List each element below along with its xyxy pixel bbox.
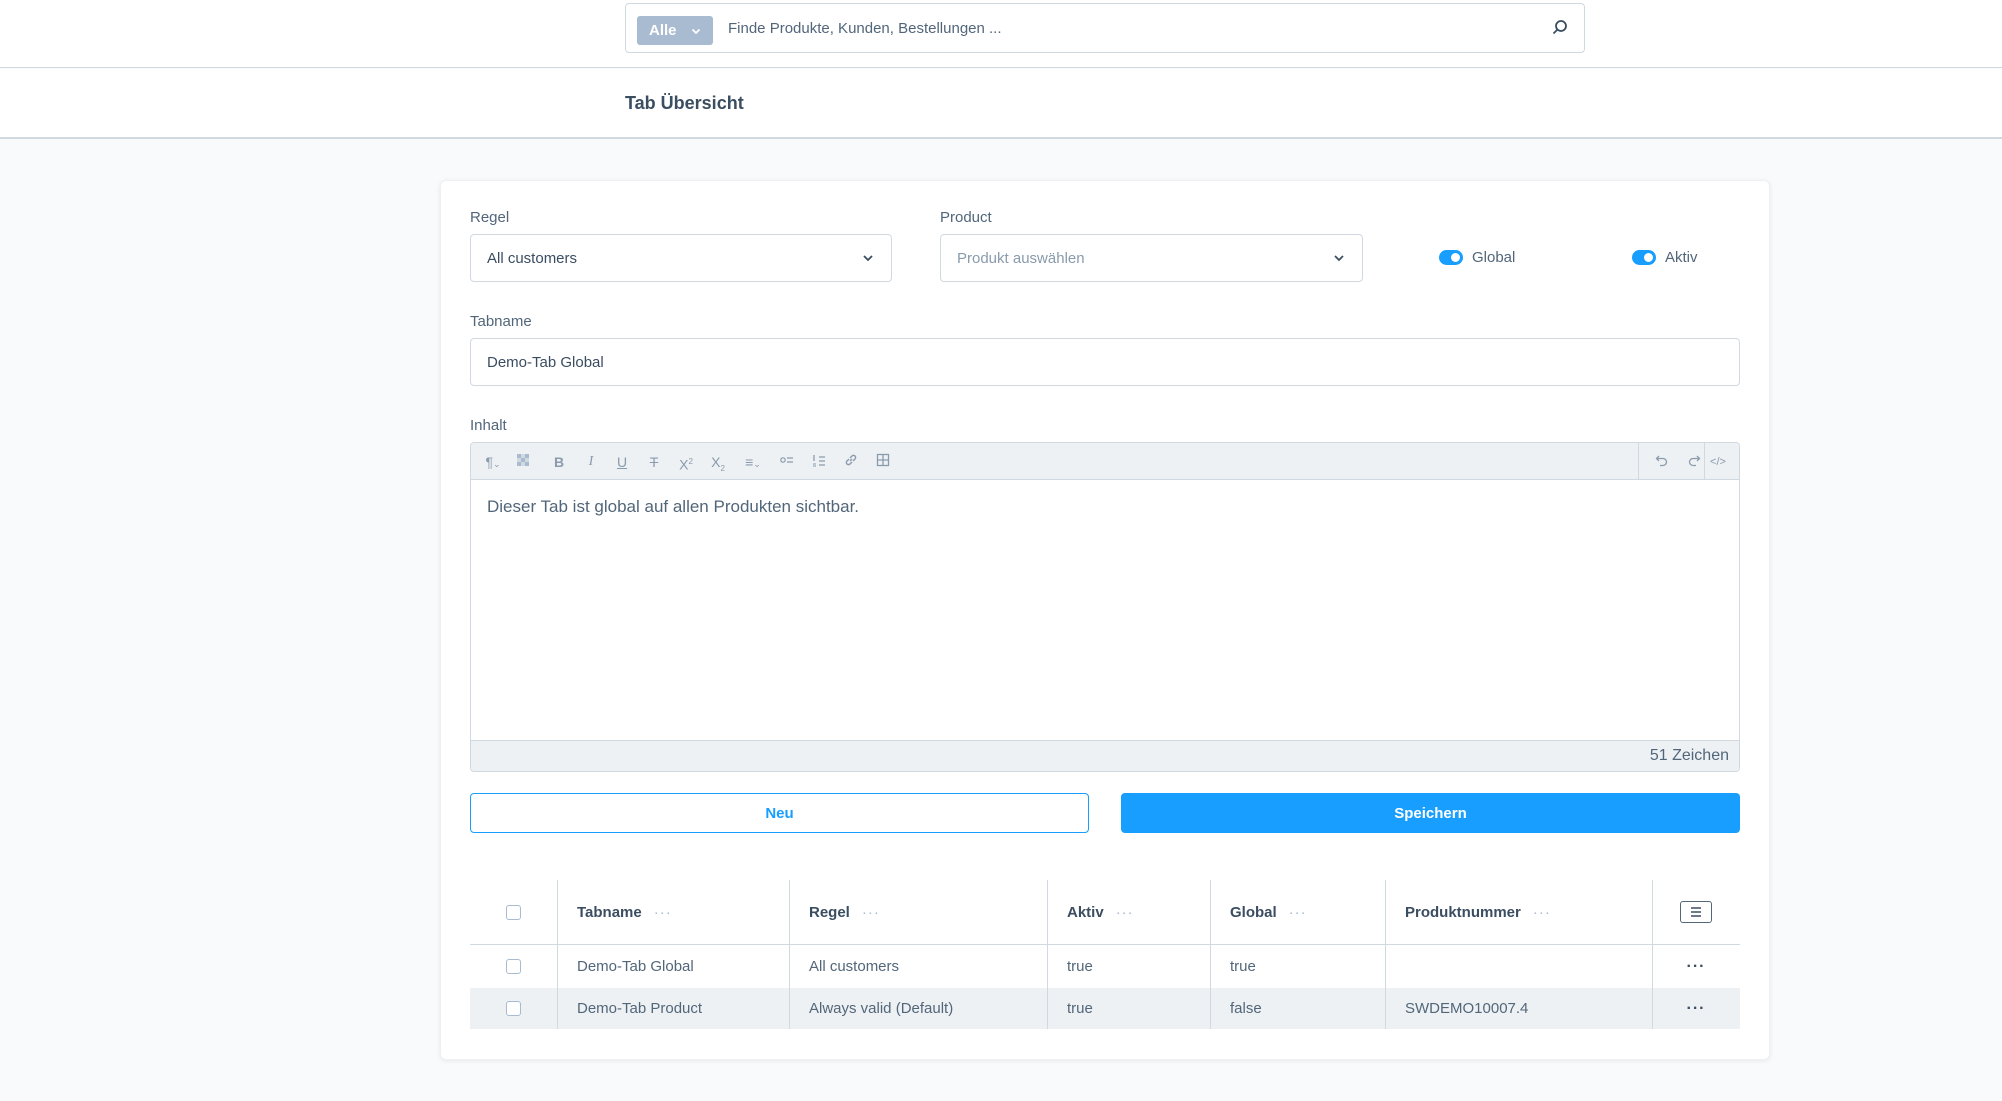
column-header-aktiv[interactable]: Aktiv ··· <box>1047 880 1210 944</box>
cell-tabname: Demo-Tab Global <box>577 958 694 975</box>
chevron-down-icon <box>691 28 700 34</box>
cell-produktnummer: SWDEMO10007.4 <box>1405 1000 1529 1017</box>
grid-settings-button[interactable] <box>1680 901 1712 923</box>
chevron-down-icon <box>1334 255 1344 262</box>
column-options-icon[interactable]: ··· <box>862 904 880 921</box>
column-header-label: Aktiv <box>1067 903 1104 921</box>
column-header-label: Regel <box>809 903 850 921</box>
row-select-cell <box>470 946 557 987</box>
rule-select[interactable]: All customers <box>470 234 892 282</box>
paragraph-format-icon[interactable]: ¶⌄ <box>479 452 507 472</box>
row-checkbox[interactable] <box>506 1001 521 1016</box>
product-placeholder: Produkt auswählen <box>957 249 1085 267</box>
row-checkbox[interactable] <box>506 959 521 974</box>
table-row[interactable]: Demo-Tab Product Always valid (Default) … <box>470 988 1740 1029</box>
cell-global: false <box>1230 1000 1262 1017</box>
character-count: 51 Zeichen <box>1649 747 1729 764</box>
column-header-tabname[interactable]: Tabname ··· <box>557 880 789 944</box>
row-actions-button[interactable]: ··· <box>1652 988 1740 1029</box>
column-divider <box>1385 880 1386 1029</box>
column-header-label: Produktnummer <box>1405 903 1521 921</box>
search-input[interactable]: Finde Produkte, Kunden, Bestellungen ... <box>728 20 1002 37</box>
row-select-cell <box>470 988 557 1029</box>
bold-icon[interactable]: B <box>549 452 569 472</box>
rule-label: Regel <box>470 209 510 226</box>
menu-icon <box>1691 907 1701 917</box>
italic-icon[interactable]: I <box>581 452 601 472</box>
page-header: Tab Übersicht <box>0 69 2002 139</box>
editor-toolbar: ¶⌄ B I U T X2 X2 ≡⌄ </> <box>471 443 1739 480</box>
search-type-select[interactable]: Alle <box>637 16 713 45</box>
ordered-list-icon[interactable] <box>809 452 829 472</box>
column-header-produktnummer[interactable]: Produktnummer ··· <box>1385 880 1652 944</box>
search-type-label: Alle <box>649 22 677 39</box>
tabname-label: Tabname <box>470 313 532 330</box>
content-label: Inhalt <box>470 417 507 434</box>
active-toggle[interactable] <box>1632 250 1656 265</box>
undo-icon[interactable] <box>1652 452 1672 472</box>
cell-regel: Always valid (Default) <box>809 1000 954 1017</box>
top-bar: Alle Finde Produkte, Kunden, Bestellunge… <box>0 0 2002 68</box>
column-options-icon[interactable]: ··· <box>1116 904 1134 921</box>
column-divider <box>1047 880 1048 1029</box>
table-icon[interactable] <box>873 452 893 472</box>
global-search[interactable]: Alle Finde Produkte, Kunden, Bestellunge… <box>625 3 1585 53</box>
column-divider <box>789 880 790 1029</box>
link-icon[interactable] <box>841 452 861 472</box>
cell-aktiv: true <box>1067 958 1093 975</box>
product-select[interactable]: Produkt auswählen <box>940 234 1363 282</box>
column-header-regel[interactable]: Regel ··· <box>789 880 1047 944</box>
underline-icon[interactable]: U <box>612 452 632 472</box>
cell-tabname: Demo-Tab Product <box>577 1000 703 1017</box>
strikethrough-icon[interactable]: T <box>644 452 664 472</box>
editor-content[interactable]: Dieser Tab ist global auf allen Produkte… <box>487 497 859 517</box>
rich-text-editor[interactable]: ¶⌄ B I U T X2 X2 ≡⌄ </> Dieser Tab ist g… <box>470 442 1740 772</box>
superscript-icon[interactable]: X2 <box>676 452 696 473</box>
page-title: Tab Übersicht <box>625 93 744 113</box>
cell-produktnummer <box>1385 946 1652 987</box>
toolbar-divider <box>1638 443 1639 480</box>
column-divider <box>1652 880 1653 1029</box>
table-row[interactable]: Demo-Tab Global All customers true true … <box>470 946 1740 987</box>
column-options-icon[interactable]: ··· <box>1533 904 1551 921</box>
new-button[interactable]: Neu <box>470 793 1089 833</box>
clear-format-icon[interactable] <box>513 452 533 472</box>
column-divider <box>1210 880 1211 1029</box>
subscript-icon[interactable]: X2 <box>708 452 728 473</box>
global-toggle[interactable] <box>1439 250 1463 265</box>
toolbar-divider <box>1704 443 1705 480</box>
search-icon[interactable] <box>1550 18 1570 38</box>
column-header-label: Global <box>1230 903 1277 921</box>
active-toggle-label: Aktiv <box>1665 249 1698 266</box>
table-header: Tabname ··· Regel ··· Aktiv ··· Global ··· P… <box>470 880 1740 945</box>
column-header-global[interactable]: Global ··· <box>1210 880 1385 944</box>
align-icon[interactable]: ≡⌄ <box>739 452 767 472</box>
product-label: Product <box>940 209 992 226</box>
select-all-checkbox[interactable] <box>506 904 521 920</box>
cell-global: true <box>1230 958 1256 975</box>
row-actions-button[interactable]: ··· <box>1652 946 1740 987</box>
unordered-list-icon[interactable] <box>777 452 797 472</box>
cell-aktiv: true <box>1067 1000 1093 1017</box>
tabname-input[interactable]: Demo-Tab Global <box>470 338 1740 386</box>
select-all-cell <box>470 880 557 944</box>
grid-settings-cell <box>1652 880 1740 944</box>
code-view-icon[interactable]: </> <box>1708 452 1728 472</box>
tab-form-card: Regel All customers Product Produkt ausw… <box>440 180 1770 1060</box>
column-header-label: Tabname <box>577 903 642 921</box>
redo-icon[interactable] <box>1684 452 1704 472</box>
column-options-icon[interactable]: ··· <box>654 904 672 921</box>
chevron-down-icon <box>863 255 873 262</box>
global-toggle-label: Global <box>1472 249 1516 266</box>
rule-value: All customers <box>487 249 578 267</box>
column-options-icon[interactable]: ··· <box>1289 904 1307 921</box>
editor-footer: 51 Zeichen <box>471 740 1739 771</box>
cell-regel: All customers <box>809 958 900 975</box>
column-divider <box>557 880 558 1029</box>
save-button[interactable]: Speichern <box>1121 793 1740 833</box>
